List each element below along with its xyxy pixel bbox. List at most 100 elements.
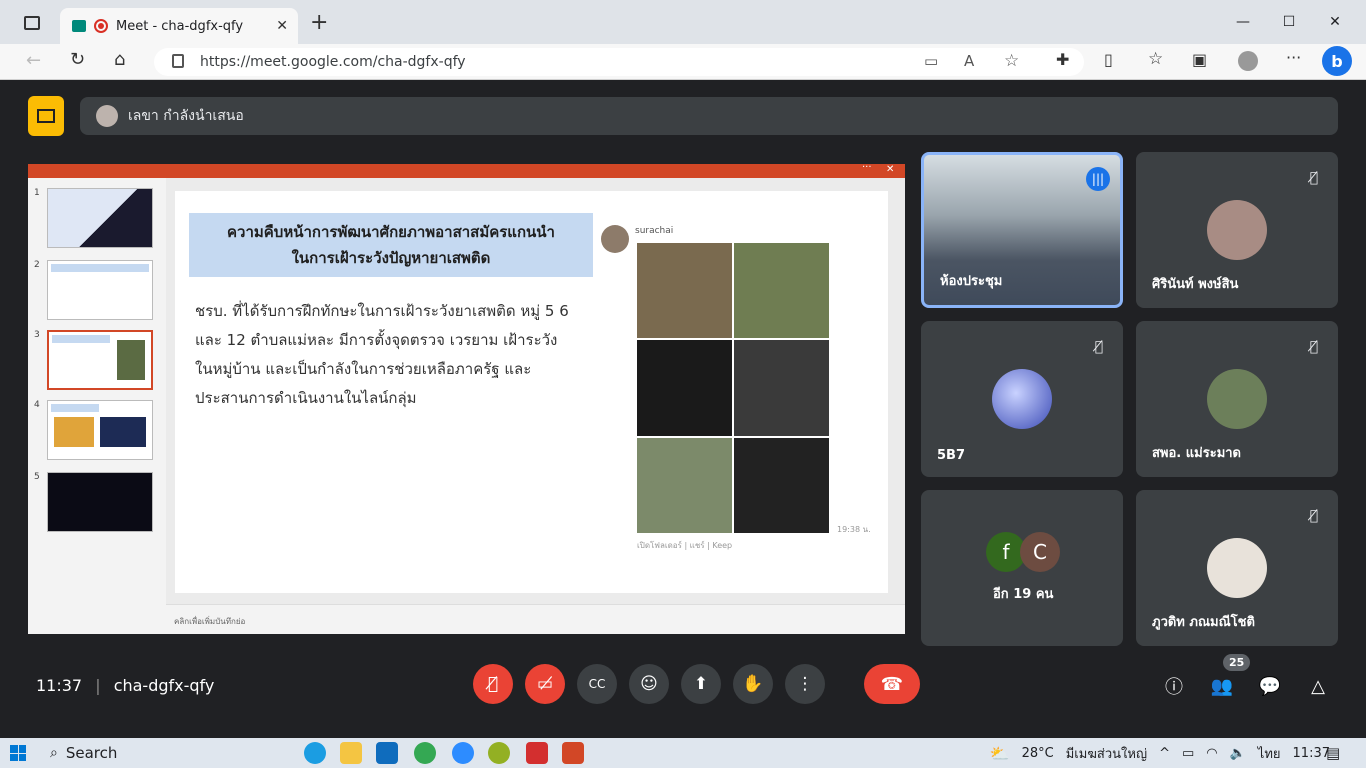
speaking-indicator-icon: |||: [1086, 167, 1110, 191]
chat-icon[interactable]: 💬: [1256, 672, 1284, 700]
meeting-code: cha-dgfx-qfy: [113, 676, 215, 695]
input-language[interactable]: ไทย: [1258, 743, 1281, 764]
chat-photo: [637, 243, 732, 339]
presentation-icon[interactable]: [28, 96, 64, 136]
back-icon[interactable]: ←: [26, 50, 41, 71]
tray-chevron-icon[interactable]: ^: [1159, 746, 1170, 761]
slide-body-line: ประสานการดำเนินงานในไลน์กลุ่ม: [195, 389, 417, 407]
meeting-time-code: 11:37 | cha-dgfx-qfy: [36, 676, 215, 695]
participant-avatar: [1207, 200, 1267, 260]
windows-start-icon[interactable]: [10, 745, 26, 761]
home-icon[interactable]: ⌂: [114, 49, 125, 70]
participant-tile[interactable]: 🎙̸ ศิรินันท์ พงษ์สิน: [1136, 152, 1338, 308]
browser-toolbar: ← ↻ ⌂ https://meet.google.com/cha-dgfx-q…: [0, 44, 1366, 80]
participant-tile[interactable]: f C อีก 19 คน: [921, 490, 1123, 646]
favorite-star-icon[interactable]: ☆: [1004, 51, 1019, 71]
camera-toggle-button[interactable]: ▭̸: [525, 664, 565, 704]
notification-icon[interactable]: ▤: [1326, 744, 1340, 762]
presenter-label: เลขา กำลังนำเสนอ: [128, 108, 244, 124]
slide-thumbnails: 1 2 3 4 5: [28, 178, 166, 634]
edge-app-icon[interactable]: [304, 742, 326, 764]
wifi-icon[interactable]: ◠: [1206, 746, 1217, 761]
lock-icon: [172, 54, 184, 68]
raise-hand-button[interactable]: ✋: [733, 664, 773, 704]
qgis-icon[interactable]: [488, 742, 510, 764]
captions-button[interactable]: CC: [577, 664, 617, 704]
current-slide: ความคืบหน้าการพัฒนาศักยภาพอาสาสมัครแกนนำ…: [175, 191, 888, 593]
chat-photo: [734, 437, 829, 533]
participant-tile[interactable]: 🎙̸ 5B7: [921, 321, 1123, 477]
new-tab-button[interactable]: +: [310, 10, 328, 35]
recording-icon: [94, 19, 108, 33]
close-tab-icon[interactable]: ✕: [276, 18, 288, 34]
thumb-number: 5: [34, 472, 40, 482]
volume-icon[interactable]: 🔈: [1230, 746, 1246, 761]
favorites-icon[interactable]: ☆: [1148, 49, 1163, 69]
profile-avatar[interactable]: [1238, 51, 1258, 71]
participant-tile[interactable]: 🎙̸ ภูวดิท ภณมณีโชติ: [1136, 490, 1338, 646]
weather-desc[interactable]: มีเมฆส่วนใหญ่: [1066, 743, 1147, 764]
taskbar-search[interactable]: ⌕ Search: [44, 740, 296, 766]
slide-thumb-3: [47, 330, 153, 390]
tab-actions-icon[interactable]: [24, 16, 40, 30]
weather-icon: ⛅: [989, 743, 1010, 763]
browser-tab[interactable]: Meet - cha-dgfx-qfy ✕: [60, 8, 298, 44]
mic-toggle-button[interactable]: 🎙̸: [473, 664, 513, 704]
slide-title-box: ความคืบหน้าการพัฒนาศักยภาพอาสาสมัครแกนนำ…: [189, 213, 593, 277]
windows-taskbar: ⌕ Search ⛅ 28°C มีเมฆส่วนใหญ่ ^ ▭ ◠ 🔈 ไท…: [0, 738, 1366, 768]
powerpoint-icon[interactable]: [562, 742, 584, 764]
presenter-banner: เลขา กำลังนำเสนอ: [80, 97, 1338, 135]
system-tray: ⛅ 28°C มีเมฆส่วนใหญ่ ^ ▭ ◠ 🔈 ไทย 11:37: [990, 738, 1330, 768]
chrome-icon[interactable]: [414, 742, 436, 764]
browser-tab-bar: Meet - cha-dgfx-qfy ✕ + — ☐ ✕: [0, 0, 1366, 44]
leave-call-button[interactable]: ☎: [864, 664, 920, 704]
mail-icon[interactable]: [376, 742, 398, 764]
participant-name: 5B7: [937, 448, 965, 463]
split-screen-icon[interactable]: ▯: [1104, 50, 1113, 69]
reload-icon[interactable]: ↻: [70, 49, 85, 70]
shared-screen: ··· ✕ 1 2 3 4 5 ความคืบหน้าการพัฒนาศักยภ…: [28, 162, 905, 634]
taskbar-clock[interactable]: 11:37: [1293, 746, 1330, 761]
participant-name: ห้องประชุม: [940, 274, 1003, 289]
file-explorer-icon[interactable]: [340, 742, 362, 764]
chat-photo-grid: [637, 243, 829, 533]
participant-tile[interactable]: ||| ห้องประชุม: [921, 152, 1123, 308]
thumb-number: 1: [34, 188, 40, 198]
present-screen-button[interactable]: ⬆: [681, 664, 721, 704]
people-icon[interactable]: 👥: [1208, 672, 1236, 700]
chat-sender-name: surachai: [635, 226, 674, 236]
more-options-button[interactable]: ⋮: [785, 664, 825, 704]
chat-photo: [734, 340, 829, 436]
participant-tile[interactable]: 🎙̸ สพอ. แม่ระมาด: [1136, 321, 1338, 477]
meet-container: เลขา กำลังนำเสนอ ··· ✕ 1 2 3 4 5 ความคืบ…: [12, 80, 1354, 726]
participant-name: สพอ. แม่ระมาด: [1152, 446, 1242, 461]
thumb-number: 3: [34, 330, 40, 340]
window-more-icon: ···: [862, 162, 872, 173]
collections-icon[interactable]: ▣: [1192, 50, 1207, 69]
battery-icon[interactable]: ▭: [1182, 746, 1194, 761]
emoji-reaction-button[interactable]: ☺: [629, 664, 669, 704]
bing-icon[interactable]: b: [1322, 46, 1352, 76]
zoom-icon[interactable]: [452, 742, 474, 764]
meet-control-bar: 11:37 | cha-dgfx-qfy 🎙̸ ▭̸ CC ☺ ⬆ ✋ ⋮ ☎ …: [12, 648, 1354, 726]
meeting-time: 11:37: [36, 676, 83, 695]
read-aloud-icon[interactable]: A: [964, 52, 974, 70]
minimize-button[interactable]: —: [1220, 10, 1266, 34]
participant-name: ศิรินันท์ พงษ์สิน: [1152, 277, 1239, 292]
activities-icon[interactable]: △: [1304, 672, 1332, 700]
slide-thumb-5: [47, 472, 153, 532]
weather-temp[interactable]: 28°C: [1022, 746, 1054, 761]
meeting-info-icon[interactable]: ⓘ: [1160, 672, 1188, 700]
camera-site-icon[interactable]: ▭: [924, 52, 938, 70]
slide-title-line1: ความคืบหน้าการพัฒนาศักยภาพอาสาสมัครแกนนำ: [227, 223, 555, 241]
slide-body-text: ชรบ. ที่ได้รับการฝึกทักษะในการเฝ้าระวังย…: [195, 297, 595, 413]
participant-name: อีก 19 คน: [993, 587, 1054, 602]
mic-off-icon: 🎙̸: [1309, 170, 1319, 186]
address-bar[interactable]: https://meet.google.com/cha-dgfx-qfy ▭ A…: [154, 48, 1084, 76]
acrobat-icon[interactable]: [526, 742, 548, 764]
close-window-button[interactable]: ✕: [1312, 10, 1358, 34]
more-menu-icon[interactable]: ···: [1286, 48, 1301, 67]
extensions-icon[interactable]: ✚: [1056, 50, 1069, 69]
meet-favicon-icon: [72, 20, 86, 32]
maximize-button[interactable]: ☐: [1266, 10, 1312, 34]
